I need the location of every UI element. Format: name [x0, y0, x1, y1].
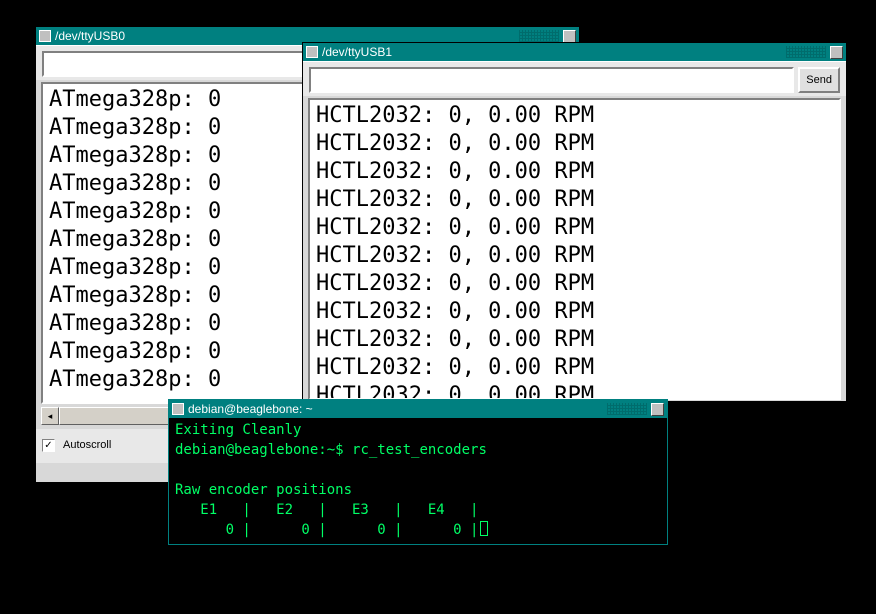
maximize-button[interactable] — [563, 30, 576, 43]
terminal-window: debian@beaglebone: ~ Exiting Cleanly deb… — [168, 399, 668, 545]
term-line: Raw encoder positions — [175, 482, 352, 498]
term-prompt: debian@beaglebone:~$ — [175, 442, 352, 458]
terminal-output[interactable]: Exiting Cleanly debian@beaglebone:~$ rc_… — [169, 418, 667, 542]
scroll-left-button[interactable]: ◂ — [41, 407, 59, 425]
window-title: /dev/ttyUSB0 — [55, 29, 515, 43]
send-button[interactable]: Send — [798, 67, 840, 93]
maximize-button[interactable] — [651, 403, 664, 416]
window-title: debian@beaglebone: ~ — [188, 402, 603, 416]
window-icon — [172, 403, 184, 415]
window-icon — [306, 46, 318, 58]
autoscroll-label: Autoscroll — [63, 439, 111, 451]
maximize-button[interactable] — [830, 46, 843, 59]
serial-monitor-usb1: /dev/ttyUSB1 Send HCTL2032: 0, 0.00 RPM … — [302, 42, 847, 402]
titlebar-texture — [519, 30, 559, 42]
window-title: /dev/ttyUSB1 — [322, 45, 782, 59]
titlebar-usb1[interactable]: /dev/ttyUSB1 — [303, 43, 846, 61]
serial-input[interactable] — [309, 67, 794, 93]
titlebar-texture — [607, 403, 647, 415]
term-line: Exiting Cleanly — [175, 422, 301, 438]
term-command: rc_test_encoders — [352, 442, 487, 458]
titlebar-terminal[interactable]: debian@beaglebone: ~ — [169, 400, 667, 418]
window-icon — [39, 30, 51, 42]
term-header: E1 | E2 | E3 | E4 | — [175, 502, 478, 518]
serial-output: HCTL2032: 0, 0.00 RPM HCTL2032: 0, 0.00 … — [308, 98, 841, 400]
titlebar-texture — [786, 46, 826, 58]
input-row: Send — [303, 61, 846, 96]
cursor-icon — [480, 521, 488, 536]
term-values: 0 | 0 | 0 | 0 | — [175, 522, 478, 538]
autoscroll-checkbox[interactable]: ✓ — [42, 439, 55, 452]
